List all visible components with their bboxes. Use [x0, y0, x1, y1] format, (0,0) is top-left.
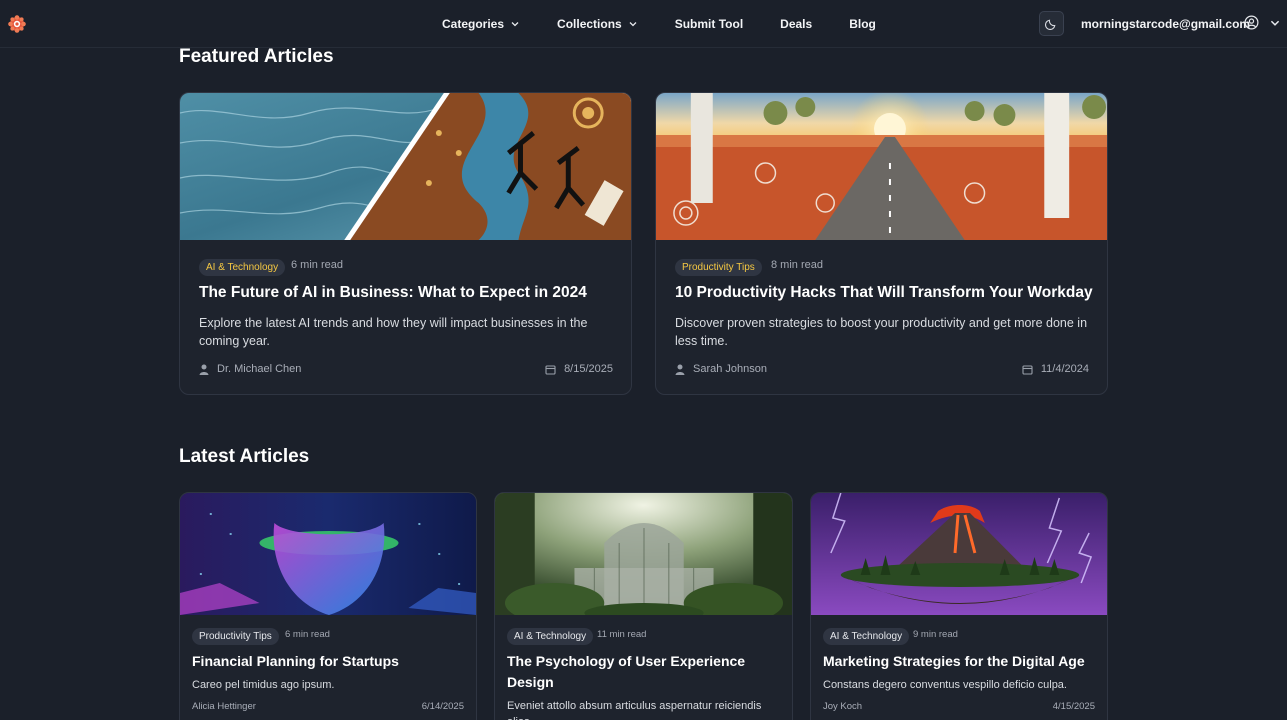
date-value: 11/4/2024 [1040, 363, 1089, 375]
article-description: Eveniet attollo absum articulus aspernat… [507, 700, 762, 720]
latest-article-card-2[interactable]: AI & Technology 11 min read The Psycholo… [494, 492, 793, 720]
moon-icon [1045, 19, 1056, 30]
article-image [180, 93, 631, 240]
article-image [656, 93, 1107, 240]
article-title[interactable]: The Psychology of User Experience Design [507, 651, 767, 693]
article-image [811, 493, 1107, 615]
nav-deals-label: Deals [780, 17, 813, 31]
nav-blog-label: Blog [849, 17, 876, 31]
main-nav: Categories Collections Submit Tool Deals… [442, 0, 876, 48]
article-description: Explore the latest AI trends and how the… [199, 316, 588, 348]
nav-collections[interactable]: Collections [557, 17, 638, 31]
user-circle-icon [1244, 15, 1259, 30]
user-icon [199, 364, 209, 375]
flower-gear-logo-icon[interactable] [8, 15, 26, 33]
nav-collections-label: Collections [557, 17, 622, 31]
article-title[interactable]: The Future of AI in Business: What to Ex… [199, 284, 619, 302]
date-value: 4/15/2025 [1052, 701, 1095, 712]
featured-article-card-2[interactable]: Productivity Tips 8 min read 10 Producti… [655, 92, 1108, 395]
calendar-icon [1022, 364, 1033, 375]
nav-deals[interactable]: Deals [780, 17, 812, 31]
user-email: morningstarcode@gmail.com [1081, 17, 1251, 31]
latest-articles-heading: Latest Articles [179, 446, 310, 467]
latest-article-card-1[interactable]: Productivity Tips 6 min read Financial P… [179, 492, 477, 720]
author-name: Sarah Johnson [693, 363, 767, 375]
read-time: 8 min read [771, 259, 823, 271]
category-badge: Productivity Tips [192, 628, 279, 645]
chevron-down-icon [1270, 20, 1280, 26]
author-name: Dr. Michael Chen [217, 363, 302, 375]
featured-article-card-1[interactable]: AI & Technology 6 min read The Future of… [179, 92, 632, 395]
category-badge: AI & Technology [507, 628, 594, 645]
author-name: Joy Koch [823, 701, 863, 712]
article-description: Discover proven strategies to boost your… [675, 316, 1088, 348]
chevron-down-icon [629, 22, 637, 27]
article-author: Dr. Michael Chen [199, 363, 301, 375]
article-title[interactable]: 10 Productivity Hacks That Will Transfor… [675, 284, 1095, 302]
theme-toggle-button[interactable] [1039, 11, 1064, 36]
read-time: 9 min read [913, 629, 958, 640]
user-menu-button[interactable] [1244, 15, 1281, 30]
nav-blog[interactable]: Blog [849, 17, 876, 31]
article-title[interactable]: Financial Planning for Startups [192, 651, 467, 672]
article-title[interactable]: Marketing Strategies for the Digital Age [823, 651, 1098, 672]
article-description: Constans degero conventus vespillo defic… [823, 679, 1067, 691]
featured-articles-heading: Featured Articles [179, 46, 334, 67]
category-badge: Productivity Tips [675, 259, 762, 276]
date-value: 6/14/2025 [421, 701, 464, 712]
author-name: Alicia Hettinger [192, 701, 256, 712]
article-image [495, 493, 792, 615]
read-time: 11 min read [597, 629, 647, 640]
article-date: 8/15/2025 [545, 363, 613, 375]
article-image [180, 493, 476, 615]
user-icon [675, 364, 685, 375]
article-description: Careo pel timidus ago ipsum. [192, 679, 335, 691]
nav-categories[interactable]: Categories [442, 17, 520, 31]
top-navigation-bar: Categories Collections Submit Tool Deals… [0, 0, 1287, 48]
nav-categories-label: Categories [442, 17, 505, 31]
article-author: Sarah Johnson [675, 363, 767, 375]
calendar-icon [545, 364, 556, 375]
nav-submit-tool-label: Submit Tool [674, 17, 744, 31]
chevron-down-icon [511, 22, 519, 27]
read-time: 6 min read [285, 629, 330, 640]
date-value: 8/15/2025 [564, 363, 613, 375]
category-badge: AI & Technology [823, 628, 910, 645]
category-badge: AI & Technology [199, 259, 286, 276]
latest-article-card-3[interactable]: AI & Technology 9 min read Marketing Str… [810, 492, 1108, 720]
article-date: 11/4/2024 [1022, 363, 1089, 375]
read-time: 6 min read [291, 259, 343, 271]
nav-submit-tool[interactable]: Submit Tool [675, 17, 743, 31]
